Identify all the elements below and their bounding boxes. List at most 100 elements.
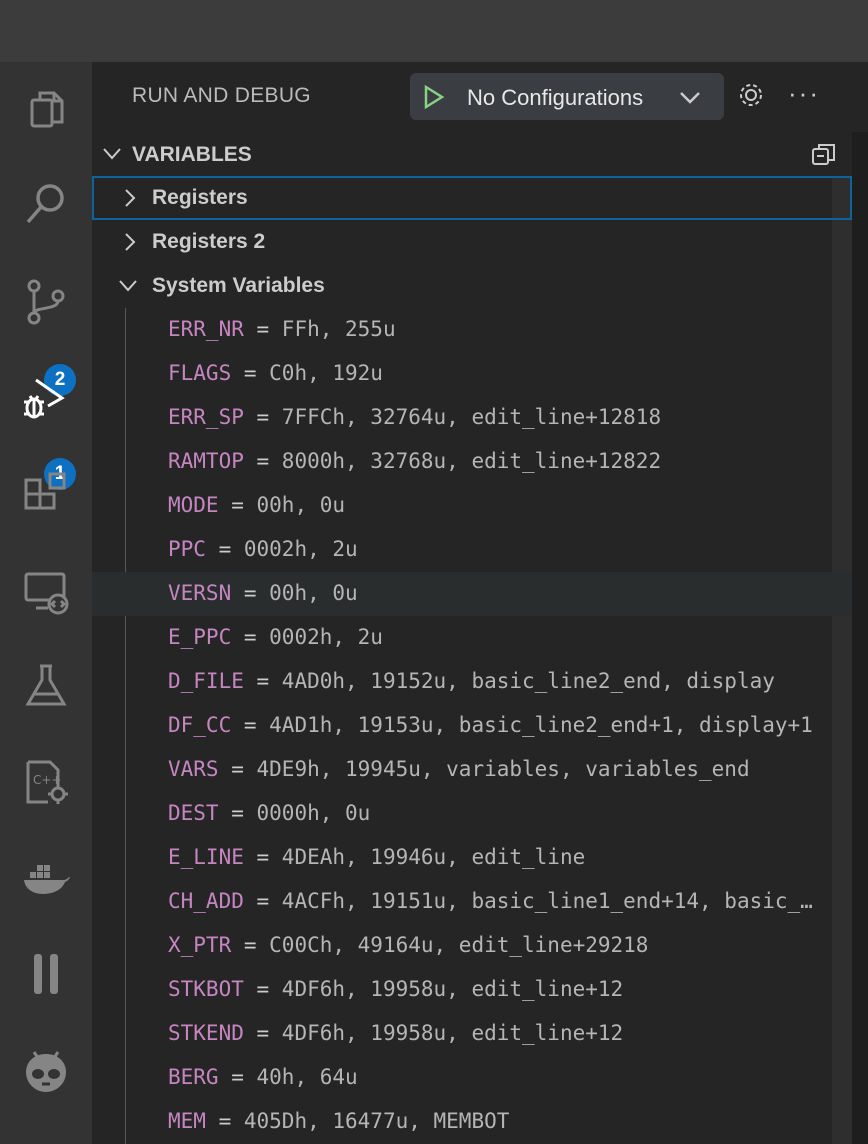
variable-value: 0002h, 2u (243, 537, 358, 561)
variable-text: ERR_NR = FFh, 255u (168, 317, 396, 341)
variable-text: X_PTR = C00Ch, 49164u, edit_line+29218 (168, 933, 648, 957)
variable-text: BERG = 40h, 64u (168, 1065, 358, 1089)
variable-row[interactable]: VARS = 4DE9h, 19945u, variables, variabl… (92, 748, 852, 792)
variable-name: ERR_SP (168, 405, 244, 429)
configuration-label: No Configurations (467, 85, 644, 110)
equals-sign: = (218, 1065, 257, 1089)
chevron-down-icon (680, 92, 700, 104)
remote-explorer-icon[interactable] (0, 552, 92, 632)
source-control-icon[interactable] (0, 262, 92, 342)
run-debug-icon[interactable] (0, 360, 92, 440)
title-bar (0, 0, 868, 62)
variable-text: FLAGS = C0h, 192u (168, 361, 383, 385)
variable-row[interactable]: ERR_SP = 7FFCh, 32764u, edit_line+12818 (92, 396, 852, 440)
variable-text: STKEND = 4DF6h, 19958u, edit_line+12 (168, 1021, 623, 1045)
testing-flask-icon[interactable] (0, 646, 92, 726)
variable-value: 405Dh, 16477u, MEMBOT (243, 1109, 510, 1133)
variable-name: BERG (168, 1065, 219, 1089)
equals-sign: = (231, 581, 270, 605)
variable-text: E_PPC = 0002h, 2u (168, 625, 383, 649)
variable-text: VERSN = 00h, 0u (168, 581, 358, 605)
variable-name: VARS (168, 757, 219, 781)
variable-text: ERR_SP = 7FFCh, 32764u, edit_line+12818 (168, 405, 661, 429)
variable-row[interactable]: MEM = 405Dh, 16477u, MEMBOT (92, 1100, 852, 1144)
variable-row[interactable]: BERG = 40h, 64u (92, 1056, 852, 1100)
search-icon[interactable] (0, 164, 92, 244)
variable-text: DEST = 0000h, 0u (168, 801, 370, 825)
variable-row[interactable]: VERSN = 00h, 0u (92, 572, 852, 616)
configuration-dropdown[interactable]: No Configurations (410, 73, 724, 120)
variable-row[interactable]: CH_ADD = 4ACFh, 19151u, basic_line1_end+… (92, 880, 852, 924)
variable-text: MEM = 405Dh, 16477u, MEMBOT (168, 1109, 509, 1133)
equals-sign: = (218, 493, 257, 517)
equals-sign: = (243, 977, 282, 1001)
variable-row[interactable]: DEST = 0000h, 0u (92, 792, 852, 836)
cpp-settings-icon[interactable]: C++ (0, 742, 92, 822)
variable-name: DEST (168, 801, 219, 825)
variable-row[interactable]: RAMTOP = 8000h, 32768u, edit_line+12822 (92, 440, 852, 484)
tree-group-registers[interactable]: Registers (92, 176, 852, 220)
variable-name: D_FILE (168, 669, 244, 693)
variable-row[interactable]: E_PPC = 0002h, 2u (92, 616, 852, 660)
start-debugging-icon[interactable] (422, 84, 446, 110)
debug-sidebar: RUN AND DEBUG No Configurations ··· VARI… (92, 62, 868, 1144)
variable-text: D_FILE = 4AD0h, 19152u, basic_line2_end,… (168, 669, 775, 693)
equals-sign: = (218, 757, 257, 781)
more-actions-icon[interactable]: ··· (788, 78, 820, 109)
variable-value: 00h, 0u (269, 581, 358, 605)
variable-name: STKBOT (168, 977, 244, 1001)
equals-sign: = (243, 449, 282, 473)
variable-row[interactable]: STKEND = 4DF6h, 19958u, edit_line+12 (92, 1012, 852, 1056)
variable-value: 0002h, 2u (269, 625, 383, 649)
variable-row[interactable]: X_PTR = C00Ch, 49164u, edit_line+29218 (92, 924, 852, 968)
collapse-all-icon[interactable] (810, 140, 838, 168)
files-icon[interactable] (0, 70, 92, 150)
equals-sign: = (205, 1109, 244, 1133)
variable-row[interactable]: PPC = 0002h, 2u (92, 528, 852, 572)
variable-name: FLAGS (168, 361, 232, 385)
variable-value: 40h, 64u (256, 1065, 358, 1089)
variable-row[interactable]: E_LINE = 4DEAh, 19946u, edit_line (92, 836, 852, 880)
equals-sign: = (231, 933, 270, 957)
variable-value: 4DEAh, 19946u, edit_line (281, 845, 586, 869)
panel-header: RUN AND DEBUG No Configurations ··· (92, 62, 868, 132)
variable-row[interactable]: ERR_NR = FFh, 255u (92, 308, 852, 352)
variable-row[interactable]: DF_CC = 4AD1h, 19153u, basic_line2_end+1… (92, 704, 852, 748)
variable-name: MEM (168, 1109, 206, 1133)
variable-value: 00h, 0u (256, 493, 346, 517)
alien-icon[interactable] (0, 1032, 92, 1112)
variable-name: MODE (168, 493, 219, 517)
variable-row[interactable]: MODE = 00h, 0u (92, 484, 852, 528)
variable-text: DF_CC = 4AD1h, 19153u, basic_line2_end+1… (168, 713, 813, 737)
equals-sign: = (231, 361, 270, 385)
variable-value: 0000h, 0u (256, 801, 371, 825)
chevron-down-icon (119, 280, 137, 292)
variable-text: CH_ADD = 4ACFh, 19151u, basic_line1_end+… (168, 889, 813, 913)
equals-sign: = (243, 317, 282, 341)
chevron-right-icon (125, 189, 136, 207)
variable-text: RAMTOP = 8000h, 32768u, edit_line+12822 (168, 449, 661, 473)
variable-value: 4DE9h, 19945u, variables, variables_end (256, 757, 750, 781)
gear-icon[interactable] (736, 80, 766, 110)
equals-sign: = (243, 845, 282, 869)
variable-text: VARS = 4DE9h, 19945u, variables, variabl… (168, 757, 750, 781)
variable-row[interactable]: STKBOT = 4DF6h, 19958u, edit_line+12 (92, 968, 852, 1012)
equals-sign: = (243, 1021, 282, 1045)
tree-group-system-variables[interactable]: System Variables (92, 264, 852, 308)
variable-text: PPC = 0002h, 2u (168, 537, 358, 561)
pause-icon[interactable] (0, 934, 92, 1014)
variable-value: 8000h, 32768u, edit_line+12822 (281, 449, 662, 473)
variable-value: 4AD1h, 19153u, basic_line2_end+1, displa… (269, 713, 813, 737)
variable-value: 4ACFh, 19151u, basic_line1_end+14, basic… (281, 889, 813, 913)
variable-name: RAMTOP (168, 449, 244, 473)
variable-row[interactable]: D_FILE = 4AD0h, 19152u, basic_line2_end,… (92, 660, 852, 704)
variable-row[interactable]: FLAGS = C0h, 192u (92, 352, 852, 396)
variable-text: MODE = 00h, 0u (168, 493, 345, 517)
variables-section-header[interactable]: VARIABLES (92, 132, 868, 176)
extensions-icon[interactable] (0, 454, 92, 534)
variable-value: C00Ch, 49164u, edit_line+29218 (269, 933, 649, 957)
variable-value: FFh, 255u (281, 317, 396, 341)
tree-group-registers-2[interactable]: Registers 2 (92, 220, 852, 264)
variable-name: PPC (168, 537, 206, 561)
docker-icon[interactable] (0, 838, 92, 918)
